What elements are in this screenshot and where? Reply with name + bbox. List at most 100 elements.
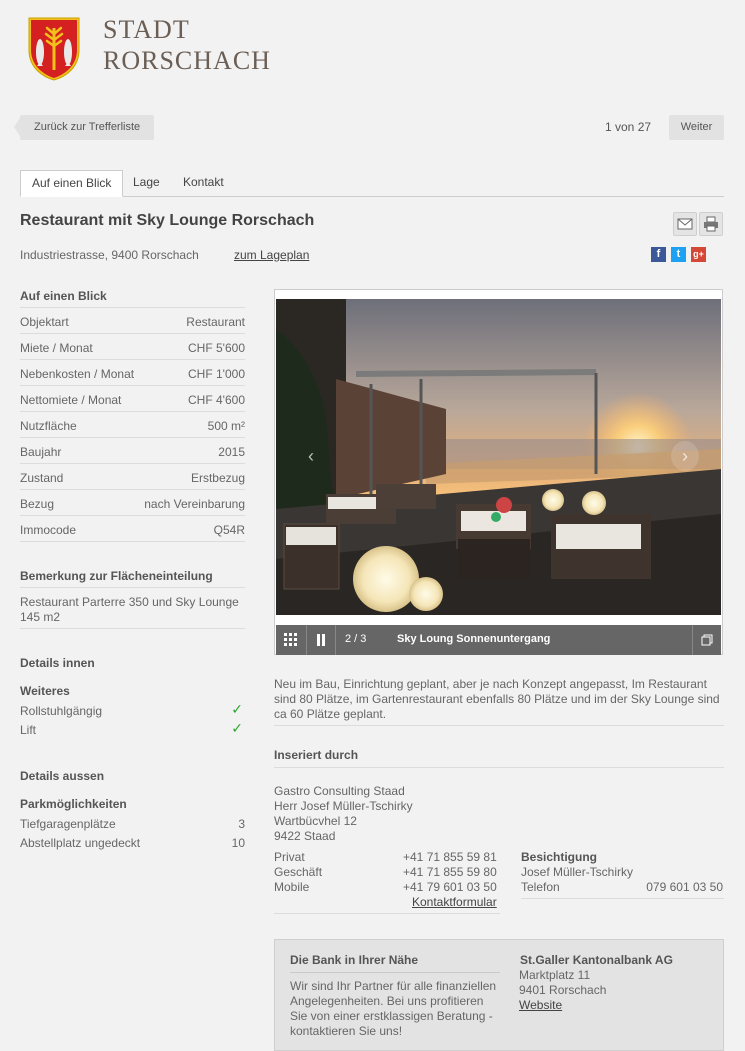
divider [521, 898, 724, 899]
rorschach-coat-of-arms-icon [28, 17, 80, 81]
divider [20, 628, 245, 629]
divider [692, 625, 693, 655]
row-label: Bezug [20, 497, 55, 511]
row-label: Baujahr [20, 445, 62, 459]
checkmark-icon: ✓ [231, 701, 243, 717]
phone-label: Privat [274, 850, 305, 864]
listing-description: Neu im Bau, Einrichtung geplant, aber je… [274, 677, 720, 721]
row-label: Nebenkosten / Monat [20, 367, 135, 381]
phone-value[interactable]: +41 79 601 03 50 [403, 880, 497, 894]
row-value: nach Vereinbarung [144, 497, 245, 511]
divider [20, 411, 245, 412]
gallery-photo[interactable] [276, 299, 721, 615]
row-value: Erstbezug [190, 471, 245, 485]
bank-name: St.Galler Kantonalbank AG [520, 953, 673, 967]
feature-label: Rollstuhlgängig [20, 704, 103, 718]
envelope-icon [677, 218, 693, 230]
divider [20, 437, 245, 438]
site-brand[interactable]: STADT RORSCHACH [103, 14, 271, 76]
image-gallery[interactable]: ‹ › 2 / 3 Sky Loung Sonnenuntergang [274, 289, 723, 655]
phone-label: Geschäft [274, 865, 323, 879]
gallery-next-arrow-icon[interactable]: › [671, 441, 699, 471]
bank-heading: Die Bank in Ihrer Nähe [290, 953, 419, 967]
phone-value[interactable]: +41 71 855 59 80 [403, 865, 497, 879]
google-plus-share-icon[interactable]: g+ [691, 247, 706, 262]
gallery-counter: 2 / 3 [345, 633, 367, 645]
details-outside-subheading: Parkmöglichkeiten [20, 797, 127, 811]
gallery-controls: 2 / 3 Sky Loung Sonnenuntergang [276, 625, 721, 655]
row-label: Objektart [20, 315, 69, 329]
row-label: Immocode [20, 523, 77, 537]
back-to-results-button[interactable]: Zurück zur Trefferliste [13, 115, 155, 140]
parking-value: 3 [238, 817, 245, 831]
page-title: Restaurant mit Sky Lounge Rorschach [20, 212, 315, 229]
fullscreen-icon[interactable] [701, 634, 713, 646]
row-value: Restaurant [186, 315, 245, 329]
grid-view-icon[interactable] [284, 633, 298, 647]
tab-contact[interactable]: Kontakt [172, 170, 235, 197]
advertiser-street: Wartbücvhel 12 [274, 814, 357, 828]
divider [20, 587, 245, 588]
bank-text: Wir sind Ihr Partner für alle finanziell… [290, 979, 497, 1038]
row-value: CHF 4'600 [188, 393, 245, 407]
parking-value: 10 [231, 836, 245, 850]
row-label: Nutzfläche [20, 419, 77, 433]
pause-icon[interactable] [316, 633, 326, 647]
advertiser-company: Gastro Consulting Staad [274, 784, 405, 798]
next-button[interactable]: Weiter [669, 115, 724, 140]
parking-label: Abstellplatz ungedeckt [20, 836, 141, 850]
overview-heading: Auf einen Blick [20, 289, 107, 303]
feature-label: Lift [20, 723, 37, 737]
details-inside-heading: Details innen [20, 656, 95, 670]
divider [335, 625, 336, 655]
parking-label: Tiefgaragenplätze [20, 817, 116, 831]
viewing-phone-label: Telefon [521, 880, 560, 894]
brand-line-1: STADT [103, 15, 190, 44]
row-value: Q54R [213, 523, 245, 537]
contact-form-link[interactable]: Kontaktformular [412, 895, 497, 909]
row-value: 500 m² [207, 419, 245, 433]
row-value: CHF 1'000 [188, 367, 245, 381]
viewing-phone[interactable]: 079 601 03 50 [646, 880, 723, 894]
email-button[interactable] [673, 212, 697, 236]
divider [274, 767, 724, 768]
map-link[interactable]: zum Lageplan [234, 248, 309, 262]
twitter-share-icon[interactable]: t [671, 247, 686, 262]
divider [20, 307, 245, 308]
details-inside-subheading: Weiteres [20, 684, 70, 698]
phone-label: Mobile [274, 880, 310, 894]
print-button[interactable] [699, 212, 723, 236]
bank-street: Marktplatz 11 [519, 968, 591, 982]
divider [20, 489, 245, 490]
checkmark-icon: ✓ [231, 720, 243, 736]
viewing-name: Josef Müller-Tschirky [521, 865, 634, 879]
divider [306, 625, 307, 655]
row-label: Zustand [20, 471, 64, 485]
divider [20, 333, 245, 334]
gallery-prev-arrow-icon[interactable]: ‹ [297, 441, 325, 471]
facebook-share-icon[interactable]: f [651, 247, 666, 262]
divider [274, 913, 500, 914]
divider [20, 541, 245, 542]
advertiser-heading: Inseriert durch [274, 748, 359, 762]
divider [20, 359, 245, 360]
phone-value[interactable]: +41 71 855 59 81 [403, 850, 497, 864]
row-value: 2015 [218, 445, 245, 459]
bank-city: 9401 Rorschach [519, 983, 607, 997]
row-label: Nettomiete / Monat [20, 393, 122, 407]
divider [290, 972, 500, 973]
details-outside-heading: Details aussen [20, 769, 105, 783]
divider [274, 725, 724, 726]
viewing-heading: Besichtigung [521, 850, 598, 864]
floor-note-text: Restaurant Parterre 350 und Sky Lounge 1… [20, 595, 239, 624]
gallery-caption: Sky Loung Sonnenuntergang [397, 633, 551, 645]
listing-address: Industriestrasse, 9400 Rorschach [20, 248, 199, 262]
printer-icon [704, 216, 718, 232]
advertiser-city: 9422 Staad [274, 829, 336, 843]
result-pager: 1 von 27 [605, 120, 652, 134]
bank-website-link[interactable]: Website [519, 998, 562, 1012]
tab-location[interactable]: Lage [122, 170, 171, 197]
bank-promo-box: Die Bank in Ihrer Nähe Wir sind Ihr Part… [274, 939, 724, 1051]
advertiser-person: Herr Josef Müller-Tschirky [274, 799, 413, 813]
tab-overview[interactable]: Auf einen Blick [20, 170, 124, 197]
